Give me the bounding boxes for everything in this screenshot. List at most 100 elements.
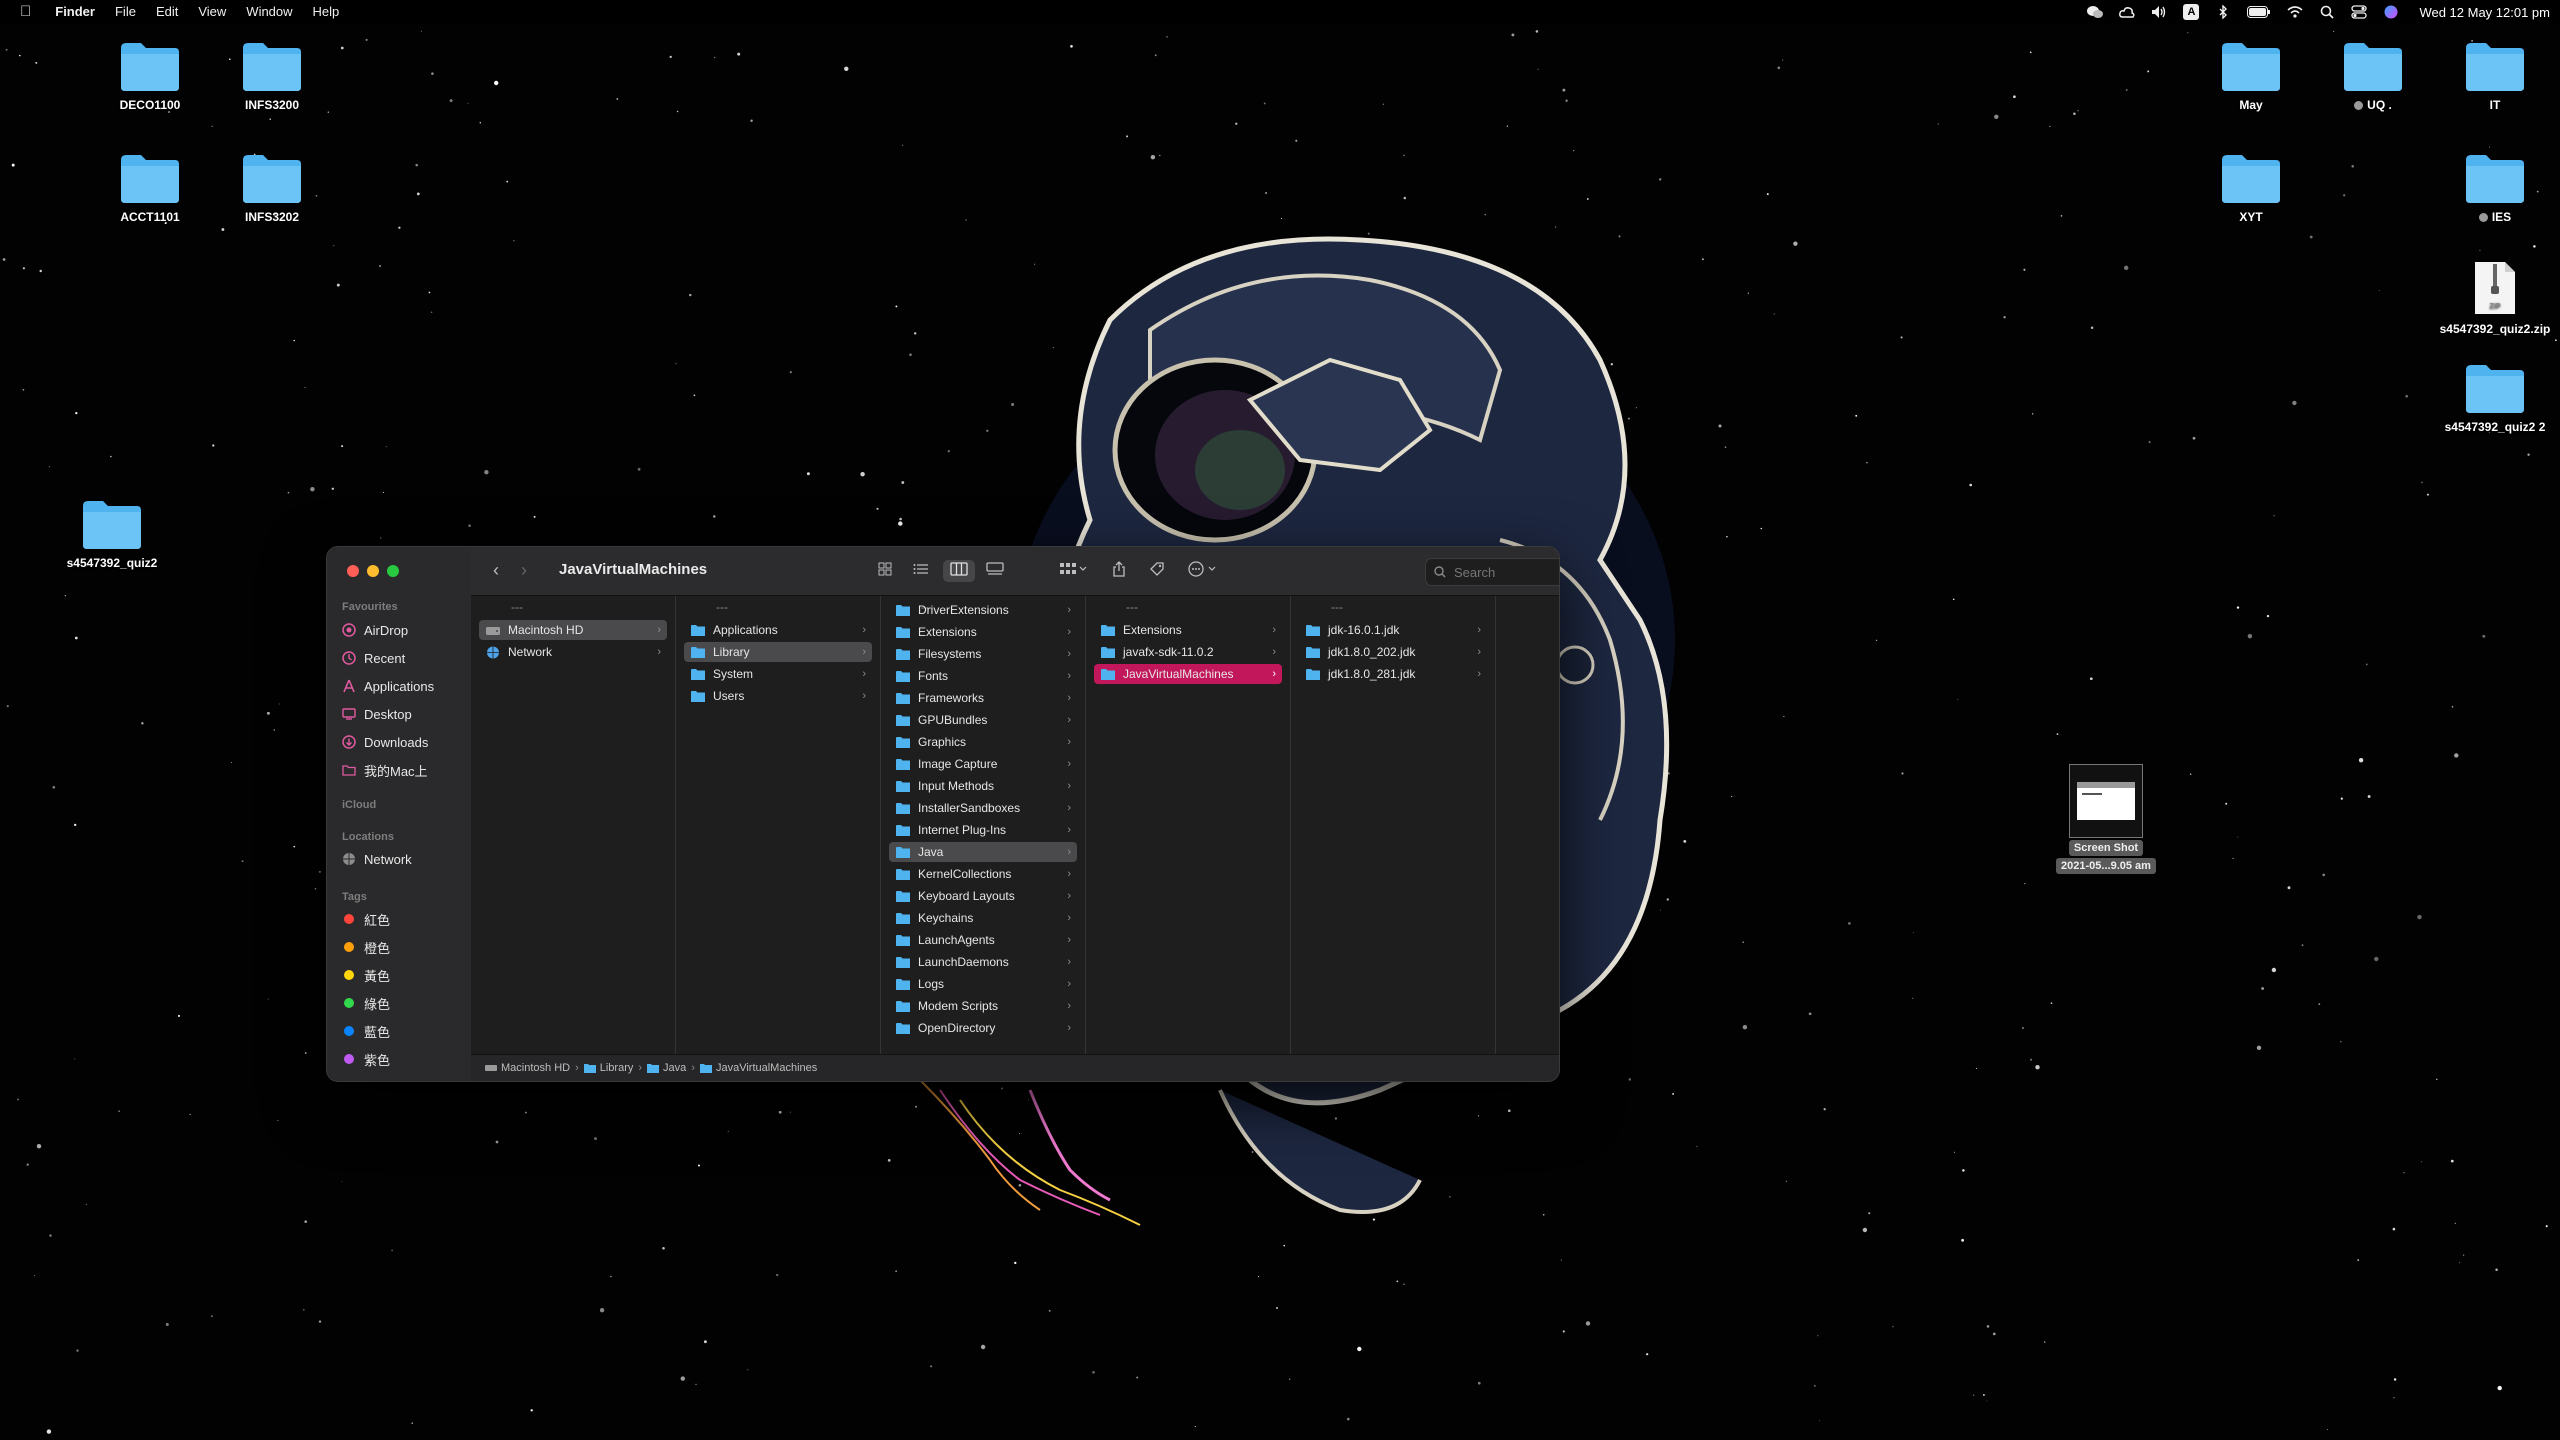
share-button[interactable] [1107, 560, 1131, 582]
zoom-button[interactable] [387, 565, 399, 577]
column-item-network[interactable]: Network › [479, 642, 667, 662]
tag-icon [1149, 561, 1165, 582]
control-center-icon[interactable] [2351, 4, 2368, 20]
sidebar-tag-red[interactable]: 紅色 [341, 908, 390, 930]
sidebar-item-downloads[interactable]: Downloads [341, 731, 428, 753]
column-item-jdk-1-8-281[interactable]: jdk1.8.0_281.jdk › [1299, 664, 1487, 684]
downloads-icon [341, 734, 357, 750]
sidebar-tag-purple[interactable]: 紫色 [341, 1048, 390, 1070]
column-item-launchdaemons[interactable]: LaunchDaemons › [889, 952, 1077, 972]
sidebar-item-applications[interactable]: Applications [341, 675, 434, 697]
desktop-folder-ies[interactable]: IES [2430, 152, 2560, 224]
path-segment-javavirtualmachines[interactable]: JavaVirtualMachines [699, 1062, 817, 1074]
column-item-java[interactable]: Java › [889, 842, 1077, 862]
item-label: Keychains [918, 911, 974, 925]
list-view-button[interactable] [907, 560, 935, 582]
menu-file[interactable]: File [105, 0, 146, 24]
column-item-applications[interactable]: Applications › [684, 620, 872, 640]
column-item-fonts[interactable]: Fonts › [889, 666, 1077, 686]
path-separator-icon: › [575, 1062, 579, 1074]
sidebar-tag-yellow[interactable]: 黃色 [341, 964, 390, 986]
input-source-icon[interactable]: A [2183, 4, 2200, 20]
sidebar-item-desktop[interactable]: Desktop [341, 703, 412, 725]
tag-button[interactable] [1145, 560, 1169, 582]
column-item-opendirectory[interactable]: OpenDirectory › [889, 1018, 1077, 1038]
column-item-installersandboxes[interactable]: InstallerSandboxes › [889, 798, 1077, 818]
desktop-folder-s4547392-quiz2[interactable]: s4547392_quiz2 [47, 498, 177, 570]
desktop-folder-infs3200[interactable]: INFS3200 [207, 40, 337, 112]
menu-window[interactable]: Help [303, 0, 350, 24]
spotlight-icon[interactable] [2319, 4, 2335, 20]
menu-app-finder[interactable]: Finder [45, 0, 105, 24]
column-item-graphics[interactable]: Graphics › [889, 732, 1077, 752]
icon-view-button[interactable] [871, 560, 899, 582]
sidebar-item-network[interactable]: Network [341, 848, 412, 870]
desktop-zip-file[interactable]: ZIP s4547392_quiz2.zip [2430, 260, 2560, 336]
path-segment-java[interactable]: Java [647, 1062, 686, 1074]
minimize-button[interactable] [367, 565, 379, 577]
desktop-folder-deco1100[interactable]: DECO1100 [85, 40, 215, 112]
column-item-input-methods[interactable]: Input Methods › [889, 776, 1077, 796]
column-item-launchagents[interactable]: LaunchAgents › [889, 930, 1077, 950]
back-chevron-icon[interactable]: ‹ [493, 560, 499, 581]
desktop-folder-xyt[interactable]: XYT [2186, 152, 2316, 224]
cloud-icon[interactable] [2119, 4, 2135, 20]
column-item-modem-scripts[interactable]: Modem Scripts › [889, 996, 1077, 1016]
column-item-library[interactable]: Library › [684, 642, 872, 662]
battery-icon[interactable] [2247, 4, 2271, 20]
chevron-right-icon: › [1272, 624, 1276, 636]
menu-edit[interactable]: Edit [146, 0, 188, 24]
column-item-frameworks[interactable]: Frameworks › [889, 688, 1077, 708]
column-item-javafx-sdk[interactable]: javafx-sdk-11.0.2 › [1094, 642, 1282, 662]
close-button[interactable] [347, 565, 359, 577]
action-menu-button[interactable] [1183, 560, 1223, 582]
column-item-macintosh-hd[interactable]: Macintosh HD › [479, 620, 667, 640]
sidebar-item-recent[interactable]: Recent [341, 647, 405, 669]
column-item-internet-plug-ins[interactable]: Internet Plug-Ins › [889, 820, 1077, 840]
sidebar-tag-green[interactable]: 綠色 [341, 992, 390, 1014]
desktop-folder-it[interactable]: IT [2430, 40, 2560, 112]
column-item-image-capture[interactable]: Image Capture › [889, 754, 1077, 774]
path-segment-library[interactable]: Library [583, 1062, 633, 1074]
gallery-view-button[interactable] [981, 560, 1009, 582]
desktop-screenshot-file[interactable]: Screen Shot 2021-05...9.05 am [2046, 764, 2166, 874]
column-item-kernelcollections[interactable]: KernelCollections › [889, 864, 1077, 884]
column-view-button[interactable] [943, 560, 975, 582]
column-item-jdk-16[interactable]: jdk-16.0.1.jdk › [1299, 620, 1487, 640]
column-item-extensions[interactable]: Extensions › [1094, 620, 1282, 640]
column-item-system[interactable]: System › [684, 664, 872, 684]
column-item-filesystems[interactable]: Filesystems › [889, 644, 1077, 664]
sidebar-item-airdrop[interactable]: AirDrop [341, 619, 408, 641]
clock[interactable]: Wed 12 May 12:01 pm [2419, 5, 2550, 20]
column-item-gpubundles[interactable]: GPUBundles › [889, 710, 1077, 730]
column-item-jdk-1-8-202[interactable]: jdk1.8.0_202.jdk › [1299, 642, 1487, 662]
group-by-button[interactable] [1053, 560, 1093, 582]
sidebar-tag-blue[interactable]: 藍色 [341, 1020, 390, 1042]
sidebar-tag-orange[interactable]: 橙色 [341, 936, 390, 958]
apple-menu-icon[interactable]:  [0, 0, 45, 24]
menu-go[interactable]: Window [236, 0, 302, 24]
siri-icon[interactable] [2383, 4, 2399, 20]
bluetooth-icon[interactable] [2215, 4, 2231, 20]
sidebar-item-on-my-mac[interactable]: 我的Mac上 [341, 759, 428, 781]
column-item-users[interactable]: Users › [684, 686, 872, 706]
desktop-folder-may[interactable]: May [2186, 40, 2316, 112]
wechat-icon[interactable] [2087, 4, 2104, 20]
column-item-driverextensions[interactable]: DriverExtensions › [889, 600, 1077, 620]
wifi-icon[interactable] [2287, 4, 2303, 20]
desktop-folder-uq[interactable]: UQ . [2308, 40, 2438, 112]
search-input[interactable] [1452, 563, 1559, 581]
column-item-extensions[interactable]: Extensions › [889, 622, 1077, 642]
forward-chevron-icon[interactable]: › [521, 560, 527, 581]
column-item-keyboard-layouts[interactable]: Keyboard Layouts › [889, 886, 1077, 906]
desktop-folder-infs3202[interactable]: INFS3202 [207, 152, 337, 224]
menu-view[interactable]: View [188, 0, 236, 24]
volume-icon[interactable] [2151, 4, 2167, 20]
path-segment-macintosh-hd[interactable]: Macintosh HD [485, 1062, 570, 1074]
column-item-logs[interactable]: Logs › [889, 974, 1077, 994]
column-item-javavirtualmachines[interactable]: JavaVirtualMachines › [1094, 664, 1282, 684]
desktop-folder-s4547392-quiz2-2[interactable]: s4547392_quiz2 2 [2430, 362, 2560, 434]
column-item-keychains[interactable]: Keychains › [889, 908, 1077, 928]
search-field[interactable] [1425, 558, 1559, 586]
desktop-folder-acct1101[interactable]: ACCT1101 [85, 152, 215, 224]
